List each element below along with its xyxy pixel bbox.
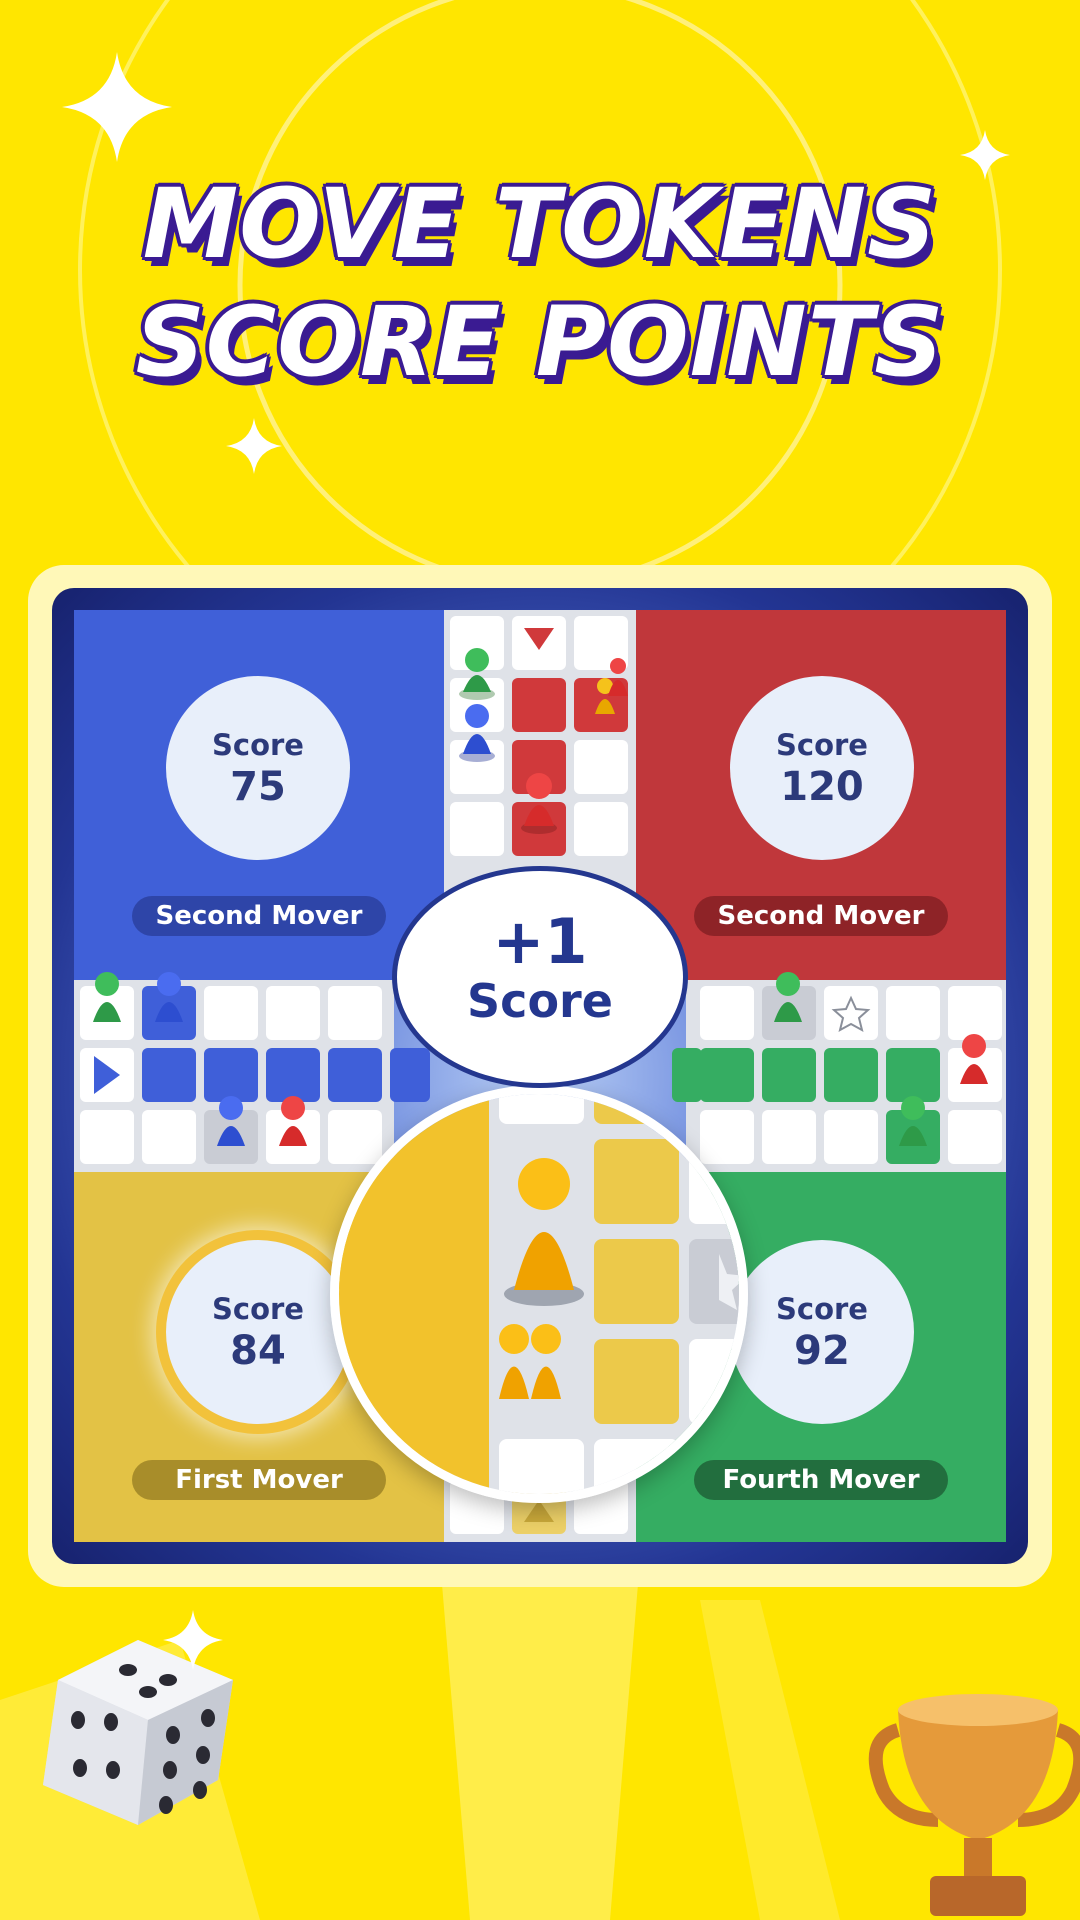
red-score-circle: Score 120 xyxy=(730,676,914,860)
zoomed-track xyxy=(339,1094,739,1494)
blue-score-circle: Score 75 xyxy=(166,676,350,860)
right-track xyxy=(672,980,1006,1172)
sparkle-icon xyxy=(226,418,282,474)
blue-mover-badge: Second Mover xyxy=(132,896,386,936)
sparkle-icon xyxy=(62,52,172,162)
score-value: 75 xyxy=(230,764,286,810)
yellow-mover-badge: First Mover xyxy=(132,1460,386,1500)
trophy-icon xyxy=(868,1694,1080,1916)
dice-icon xyxy=(43,1610,233,1825)
score-value: 84 xyxy=(230,1328,286,1374)
yellow-score-circle: Score 84 xyxy=(166,1240,350,1424)
green-score-circle: Score 92 xyxy=(730,1240,914,1424)
score-label: Score xyxy=(776,728,868,762)
score-label: Score xyxy=(776,1292,868,1326)
popup-value: +1 xyxy=(492,905,588,978)
headline: MOVE TOKENS SCORE POINTS xyxy=(0,165,1080,401)
score-value: 120 xyxy=(780,764,864,810)
popup-label: Score xyxy=(467,974,613,1028)
red-mover-badge: Second Mover xyxy=(694,896,948,936)
zoom-magnifier xyxy=(330,1085,748,1503)
score-label: Score xyxy=(212,728,304,762)
score-popup: +1 Score xyxy=(392,866,688,1088)
headline-line-2: SCORE POINTS xyxy=(135,286,945,398)
score-value: 92 xyxy=(794,1328,850,1374)
left-track xyxy=(74,980,430,1172)
green-mover-badge: Fourth Mover xyxy=(694,1460,948,1500)
headline-line-1: MOVE TOKENS xyxy=(142,168,938,280)
score-label: Score xyxy=(212,1292,304,1326)
